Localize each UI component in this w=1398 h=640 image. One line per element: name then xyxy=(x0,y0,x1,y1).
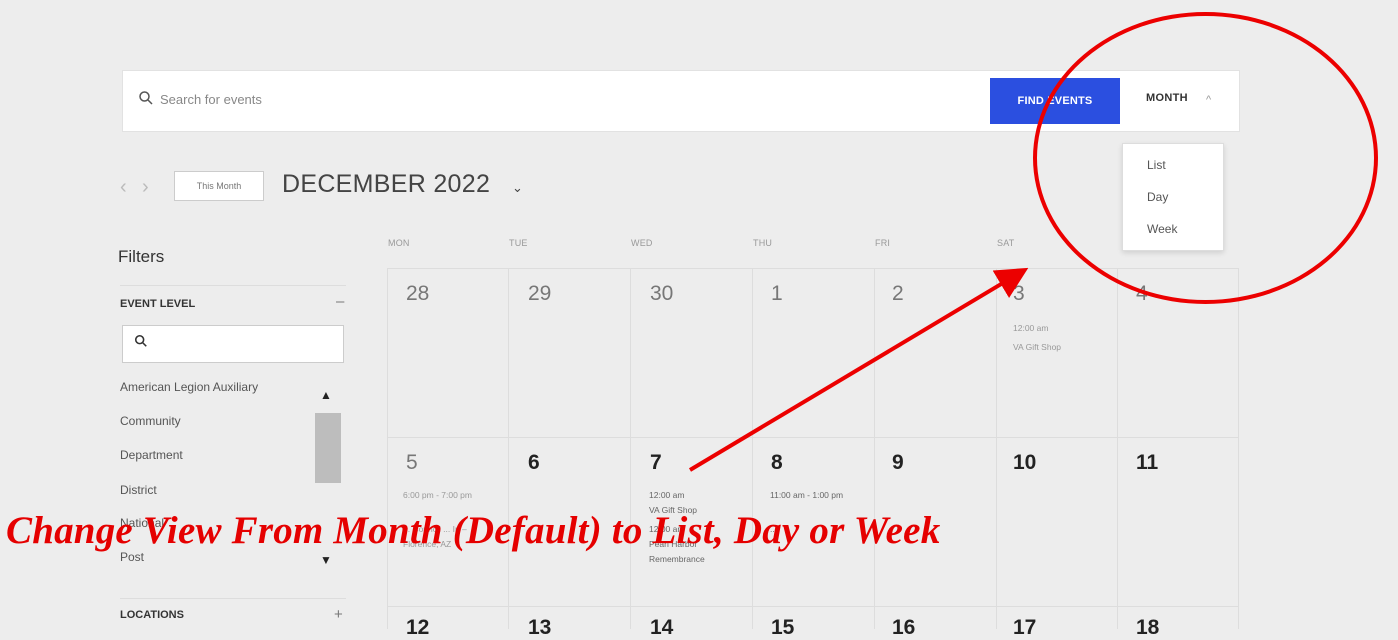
annotation-caption: Change View From Month (Default) to List… xyxy=(6,509,941,552)
